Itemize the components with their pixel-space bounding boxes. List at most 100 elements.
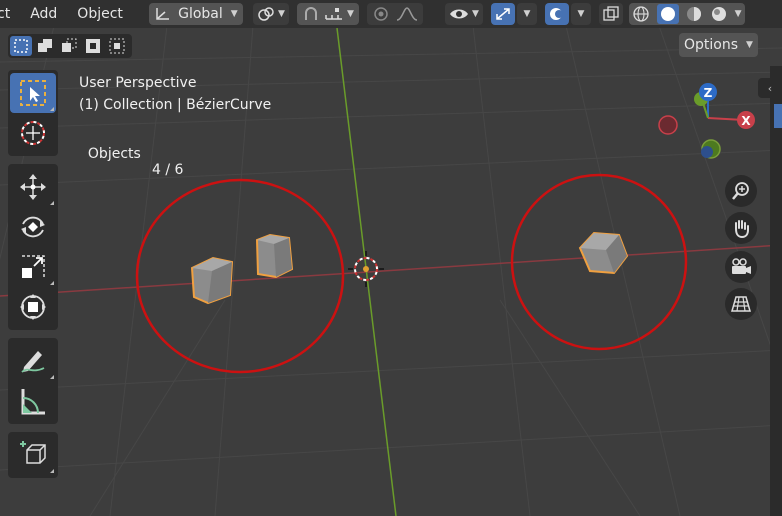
- falloff-curve-icon: [396, 7, 418, 21]
- magnet-icon: [304, 7, 317, 20]
- scale-tool[interactable]: [10, 247, 56, 287]
- xray-toggle[interactable]: [598, 3, 623, 25]
- select-subtract-button[interactable]: [58, 36, 80, 56]
- select-new-button[interactable]: [10, 36, 32, 56]
- scale-icon: [22, 255, 45, 278]
- chevron-down-icon: ▼: [523, 9, 531, 19]
- menu-select[interactable]: ct: [0, 6, 20, 22]
- x-axis-line: [0, 244, 782, 297]
- objects-stat: Objects 4 / 6: [79, 130, 184, 178]
- annotate-icon: [21, 351, 45, 373]
- select-intersect-button[interactable]: [106, 36, 128, 56]
- objects-label: Objects: [87, 146, 141, 162]
- sidebar-toggle[interactable]: ‹: [758, 78, 782, 98]
- tool-group-add: [8, 432, 58, 478]
- chevron-down-icon: ▼: [230, 9, 238, 19]
- pivot-point-dropdown[interactable]: ▼: [252, 3, 289, 25]
- gizmo-icon: [496, 8, 510, 20]
- select-subtract-icon: [62, 38, 77, 52]
- proportional-editing-group[interactable]: [366, 3, 423, 25]
- zoom-button[interactable]: [725, 175, 757, 207]
- objects-count: 4 / 6: [152, 162, 184, 178]
- cursor-icon: [21, 121, 45, 145]
- chevron-down-icon: ▼: [734, 9, 742, 19]
- chevron-down-icon: ▼: [471, 9, 479, 19]
- add-cube-icon: [20, 441, 46, 464]
- camera-view-button[interactable]: [725, 251, 757, 283]
- ortho-grid-icon: [731, 296, 751, 312]
- orientation-label: Global: [178, 6, 223, 22]
- chevron-down-icon: ▼: [346, 9, 354, 19]
- cursor-tool[interactable]: [10, 113, 56, 153]
- measure-icon: [21, 389, 45, 415]
- options-label: Options: [684, 37, 739, 53]
- overlays-icon: [549, 8, 563, 20]
- selected-cube-2[interactable]: [255, 233, 294, 279]
- selected-cube-3[interactable]: [578, 231, 629, 275]
- move-tool[interactable]: [10, 167, 56, 207]
- zoom-icon: [732, 182, 749, 200]
- tool-group-select: [8, 70, 58, 156]
- viewport-info: User Perspective (1) Collection | Bézier…: [79, 72, 271, 116]
- tool-group-annotate: [8, 338, 58, 424]
- transform-tool[interactable]: [10, 287, 56, 327]
- y-axis-line: [336, 27, 397, 516]
- select-invert-icon: [86, 39, 100, 53]
- annotate-tool[interactable]: [10, 341, 56, 381]
- chevron-down-icon: ▼: [577, 9, 585, 19]
- rotate-tool[interactable]: [10, 207, 56, 247]
- chevron-left-icon: ‹: [767, 81, 773, 95]
- transform-icon: [20, 294, 46, 320]
- sidebar-edge: [770, 66, 782, 516]
- orientation-axes-icon: [156, 8, 170, 20]
- tool-shelf: [8, 70, 58, 486]
- gizmo-z-label: Z: [704, 86, 713, 100]
- view-name: User Perspective: [79, 75, 197, 91]
- menu-add[interactable]: Add: [20, 6, 67, 22]
- chevron-down-icon: ▼: [746, 40, 753, 50]
- eye-icon: [449, 9, 468, 19]
- select-new-icon: [14, 39, 28, 53]
- proportional-edit-icon: [374, 7, 388, 21]
- select-box-tool[interactable]: [10, 73, 56, 113]
- transform-orientation-dropdown[interactable]: Global ▼: [148, 3, 243, 25]
- shading-mode-group[interactable]: ▼: [628, 3, 745, 25]
- gizmo-toggle[interactable]: [490, 3, 515, 25]
- visibility-dropdown[interactable]: ▼: [444, 3, 483, 25]
- add-cube-tool[interactable]: [10, 435, 56, 475]
- hand-pan-icon: [735, 220, 749, 238]
- overlays-dropdown[interactable]: ▼: [570, 3, 591, 25]
- collection-info: (1) Collection | BézierCurve: [79, 97, 272, 113]
- overlays-toggle[interactable]: [544, 3, 569, 25]
- snap-increment-icon: [325, 8, 342, 20]
- pan-button[interactable]: [725, 212, 757, 244]
- wireframe-shading-icon[interactable]: [632, 5, 650, 23]
- select-invert-button[interactable]: [82, 36, 104, 56]
- solid-shading-button[interactable]: [656, 4, 679, 24]
- options-dropdown[interactable]: Options ▼: [679, 33, 758, 57]
- material-shading-icon[interactable]: [685, 5, 703, 23]
- xray-icon: [603, 6, 619, 21]
- chevron-down-icon: ▼: [277, 9, 285, 19]
- camera-icon: [732, 258, 751, 274]
- rotate-icon: [21, 216, 45, 238]
- sidebar-tab-active[interactable]: [774, 104, 782, 128]
- navigation-gizmo[interactable]: Z X: [658, 83, 755, 159]
- select-intersect-icon: [109, 38, 125, 54]
- select-extend-icon: [38, 39, 52, 52]
- rendered-shading-icon[interactable]: [710, 5, 728, 23]
- selected-cube-1[interactable]: [190, 256, 234, 305]
- snap-group[interactable]: ▼: [296, 3, 359, 25]
- menu-object[interactable]: Object: [67, 6, 133, 22]
- viewport-header: ct Add Object Global ▼ ▼ ▼ ▼ ▼ ▼ ▼: [0, 0, 782, 28]
- tool-group-transform: [8, 164, 58, 330]
- ortho-toggle-button[interactable]: [725, 288, 757, 320]
- move-icon: [20, 174, 46, 200]
- gizmo-x-label: X: [741, 114, 751, 128]
- gizmo-dropdown[interactable]: ▼: [516, 3, 537, 25]
- select-box-icon: [20, 80, 46, 106]
- solid-shading-icon: [660, 7, 675, 21]
- 3d-cursor-icon[interactable]: [348, 251, 384, 287]
- select-extend-button[interactable]: [34, 36, 56, 56]
- measure-tool[interactable]: [10, 381, 56, 421]
